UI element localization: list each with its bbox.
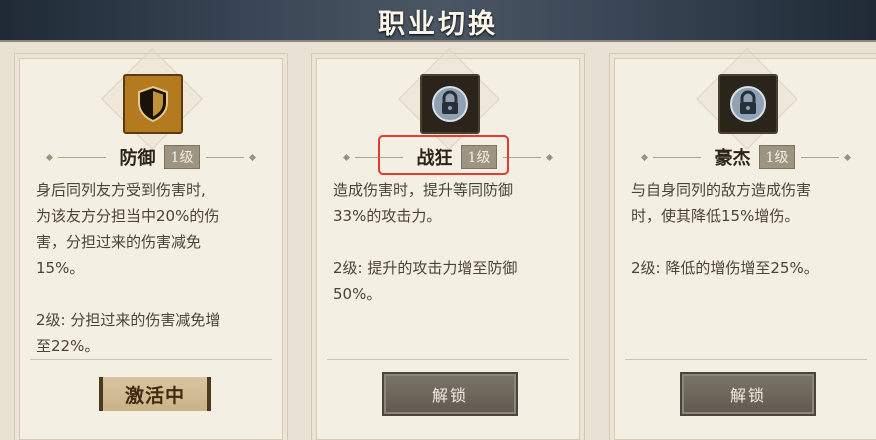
highlight-box [378,135,509,175]
desc-line: 为该友方分担当中20%的伤 [36,207,220,225]
class-description: 造成伤害时，提升等同防御 33%的攻击力。 2级: 提升的攻击力增至防御 50%… [333,177,565,307]
upgrade-line: 至22%。 [36,337,100,355]
class-card-defense[interactable]: 防御 1级 身后同列友方受到伤害时, 为该友方分担当中20%的伤 害，分担过来的… [19,48,283,440]
desc-line: 33%的攻击力。 [333,207,442,225]
desc-line: 造成伤害时，提升等同防御 [333,181,514,199]
lock-icon [420,74,480,134]
unlock-button[interactable]: 解锁 [680,372,816,416]
shield-icon [123,74,183,134]
desc-line: 身后同列友方受到伤害时, [36,181,206,199]
level-badge: 1级 [758,145,796,169]
class-card-hero[interactable]: 豪杰 1级 与自身同列的敌方造成伤害 时，使其降低15%增伤。 2级: 降低的增… [614,48,876,440]
divider [625,359,867,360]
upgrade-line: 2级: 分担过来的伤害减免增 [36,311,221,329]
desc-line: 时，使其降低15%增伤。 [631,207,800,225]
class-card-berserker[interactable]: 战狂 1级 造成伤害时，提升等同防御 33%的攻击力。 2级: 提升的攻击力增至… [316,48,580,440]
active-status-badge: 激活中 [99,377,211,411]
class-name-row: 豪杰 1级 [615,143,876,171]
desc-line: 害，分担过来的伤害减免 [36,233,202,251]
class-name: 豪杰 [714,148,751,169]
desc-line: 与自身同列的敌方造成伤害 [631,181,812,199]
upgrade-line: 2级: 降低的增伤增至25%。 [631,259,819,277]
divider [30,359,272,360]
upgrade-line: 50%。 [333,285,382,303]
class-name: 防御 [119,148,156,169]
class-description: 与自身同列的敌方造成伤害 时，使其降低15%增伤。 2级: 降低的增伤增至25%… [631,177,863,281]
upgrade-line: 2级: 提升的攻击力增至防御 [333,259,518,277]
class-name-row: 防御 1级 [20,143,282,171]
class-description: 身后同列友方受到伤害时, 为该友方分担当中20%的伤 害，分担过来的伤害减免 1… [36,177,268,359]
lock-icon [718,74,778,134]
title-bar: 职业切换 [0,0,876,42]
unlock-button[interactable]: 解锁 [382,372,518,416]
level-badge: 1级 [163,145,201,169]
divider [327,359,569,360]
desc-line: 15%。 [36,259,85,277]
page-title: 职业切换 [378,9,498,40]
